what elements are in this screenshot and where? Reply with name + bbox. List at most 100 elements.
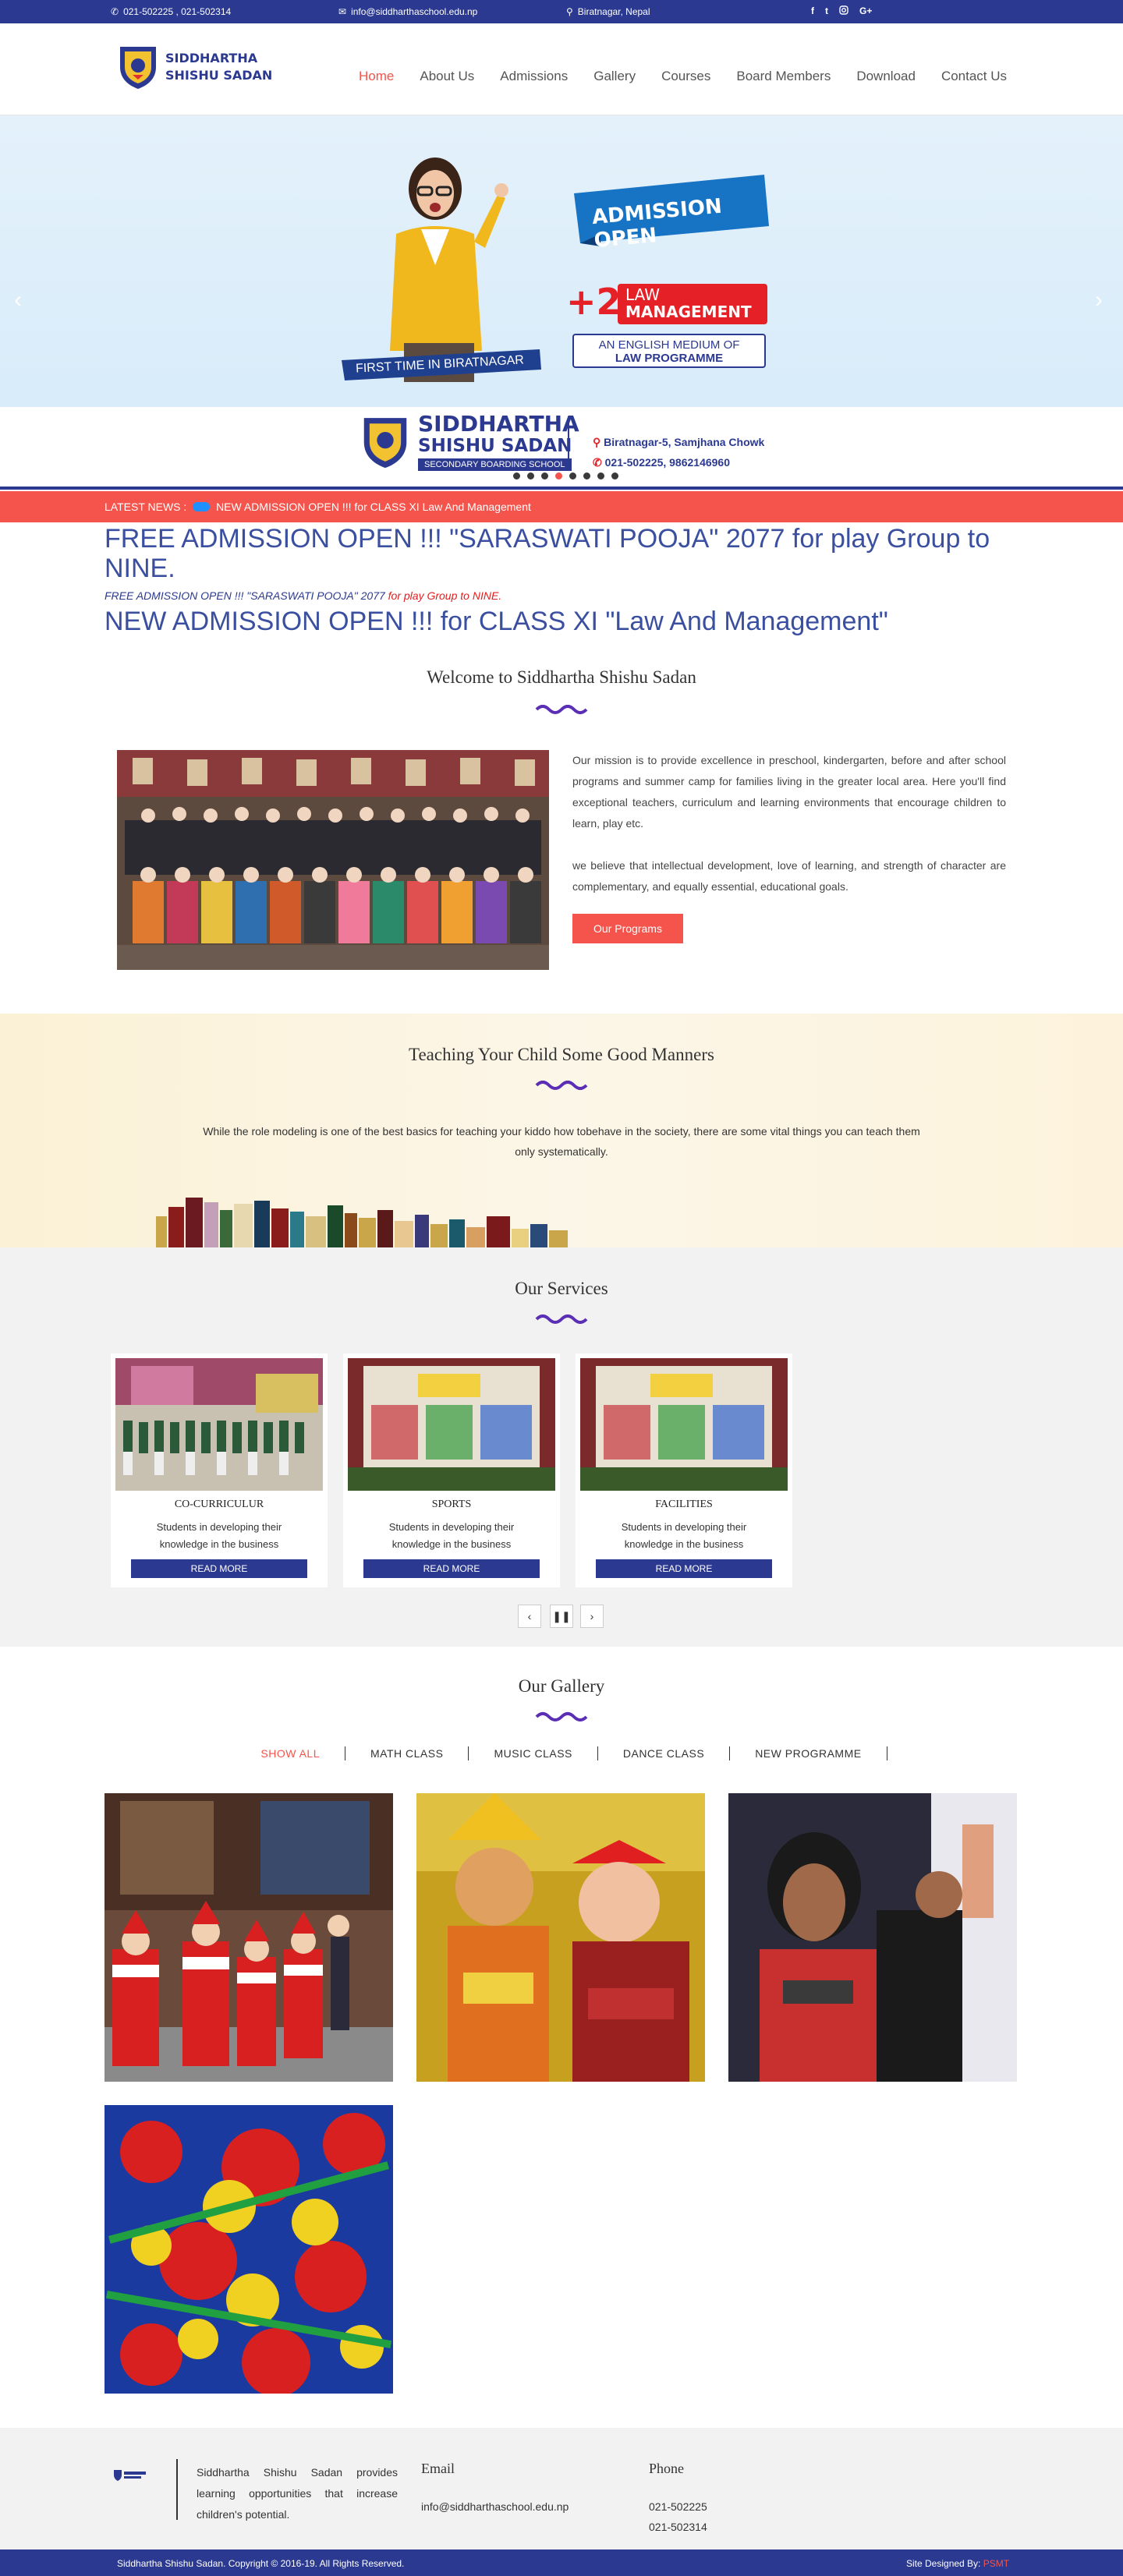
gallery-image[interactable] xyxy=(105,1793,393,2082)
map-pin-icon: ⚲ xyxy=(593,436,601,448)
service-image xyxy=(580,1358,788,1491)
nav-about-us[interactable]: About Us xyxy=(420,69,474,84)
read-more-button[interactable]: READ MORE xyxy=(131,1559,307,1578)
twitter-icon[interactable]: t xyxy=(825,5,828,17)
google-plus-icon[interactable]: G+ xyxy=(859,5,872,17)
services-section: Our Services CO-CURRICULUR Students in d… xyxy=(0,1247,1123,1647)
nav-board-members[interactable]: Board Members xyxy=(736,69,831,84)
services-title: Our Services xyxy=(515,1279,608,1298)
footer-logo-icon[interactable] xyxy=(112,2468,148,2482)
nav-gallery[interactable]: Gallery xyxy=(593,69,636,84)
phone-info: ✆ 021-502225 , 021-502314 xyxy=(111,6,231,17)
flash-headline-2[interactable]: NEW ADMISSION OPEN !!! for CLASS XI "Law… xyxy=(105,607,1025,636)
gallery-image[interactable] xyxy=(728,1793,1017,2082)
slider-dot[interactable] xyxy=(611,472,618,479)
strip-name-2: SHISHU SADAN xyxy=(418,436,572,456)
service-desc: Students in developing their knowledge i… xyxy=(621,1521,747,1550)
plus-two-text: +2 xyxy=(566,281,622,323)
latest-news-bar: LATEST NEWS : NEW ADMISSION OPEN !!! for… xyxy=(0,491,1123,522)
strip-subtitle: SECONDARY BOARDING SCHOOL xyxy=(418,458,572,471)
email-text[interactable]: info@siddharthaschool.edu.np xyxy=(351,6,477,17)
slider-dot[interactable] xyxy=(527,472,534,479)
copyright-text: Siddhartha Shishu Sadan. Copyright © 201… xyxy=(117,2558,405,2569)
strip-divider xyxy=(568,416,569,469)
flash-small-red: for play Group to NINE. xyxy=(388,589,502,602)
designed-by-label: Site Designed By: xyxy=(906,2558,983,2569)
filter-math-class[interactable]: MATH CLASS xyxy=(345,1746,469,1760)
slider-dot[interactable] xyxy=(541,472,548,479)
email-info[interactable]: ✉ info@siddharthaschool.edu.np xyxy=(338,6,477,17)
filter-music-class[interactable]: MUSIC CLASS xyxy=(469,1746,598,1760)
nav-admissions[interactable]: Admissions xyxy=(500,69,568,84)
news-text[interactable]: NEW ADMISSION OPEN !!! for CLASS XI Law … xyxy=(216,501,531,513)
service-desc: Students in developing their knowledge i… xyxy=(388,1521,515,1550)
blue-divider xyxy=(0,487,1123,490)
news-label: LATEST NEWS : xyxy=(105,501,187,513)
our-programs-button[interactable]: Our Programs xyxy=(572,914,683,943)
slider-dot[interactable] xyxy=(555,472,562,479)
slider-dot[interactable] xyxy=(569,472,576,479)
location-info: ⚲ Biratnagar, Nepal xyxy=(566,6,650,17)
service-card: FACILITIES Students in developing their … xyxy=(576,1353,792,1587)
footer-phone-1: 021-502225 xyxy=(649,2500,707,2513)
service-title: CO-CURRICULUR xyxy=(174,1499,264,1510)
map-pin-icon: ⚲ xyxy=(566,6,573,17)
chevron-left-icon: ‹ xyxy=(527,1610,532,1622)
school-crest-icon xyxy=(363,418,407,469)
nav-courses[interactable]: Courses xyxy=(661,69,710,84)
pause-icon: ❚❚ xyxy=(552,1610,571,1622)
welcome-title: Welcome to Siddhartha Shishu Sadan xyxy=(427,667,696,687)
envelope-icon: ✉ xyxy=(338,6,347,17)
carousel-next-button[interactable]: › xyxy=(580,1605,604,1628)
gallery-filters: SHOW ALL MATH CLASS MUSIC CLASS DANCE CL… xyxy=(0,1746,1123,1760)
strip-phones: 021-502225, 9862146960 xyxy=(604,456,731,469)
slider-next-icon[interactable]: › xyxy=(1095,287,1103,313)
nav-contact-us[interactable]: Contact Us xyxy=(941,69,1007,84)
books-decoration xyxy=(156,1198,568,1247)
strip-contact: ⚲ Biratnagar-5, Samjhana Chowk ✆ 021-502… xyxy=(593,432,764,472)
site-logo[interactable]: SIDDHARTHA SHISHU SADAN xyxy=(117,44,298,90)
manners-title: Teaching Your Child Some Good Manners xyxy=(409,1045,714,1064)
welcome-paragraph-1: Our mission is to provide excellence in … xyxy=(572,754,1006,830)
slider-dot[interactable] xyxy=(583,472,590,479)
school-crest-icon xyxy=(120,47,156,89)
designer-link[interactable]: PSMT xyxy=(983,2558,1009,2569)
footer-phone-2: 021-502314 xyxy=(649,2521,707,2533)
footer-email-title: Email xyxy=(421,2461,455,2476)
read-more-button[interactable]: READ MORE xyxy=(363,1559,540,1578)
welcome-photo xyxy=(117,750,549,970)
slider-dot[interactable] xyxy=(513,472,520,479)
filter-show-all[interactable]: SHOW ALL xyxy=(236,1746,346,1760)
footer-email[interactable]: info@siddharthaschool.edu.np xyxy=(421,2496,569,2517)
footer-description: Siddhartha Shishu Sadan provides learnin… xyxy=(197,2466,398,2521)
filter-dance-class[interactable]: DANCE CLASS xyxy=(598,1746,731,1760)
english-medium-text: AN ENGLISH MEDIUM OF xyxy=(598,338,740,352)
read-more-button[interactable]: READ MORE xyxy=(596,1559,772,1578)
slider-dot[interactable] xyxy=(597,472,604,479)
news-new-icon xyxy=(193,502,211,511)
nav-home[interactable]: Home xyxy=(359,69,394,84)
slider-dots xyxy=(513,472,618,479)
service-desc: Students in developing their knowledge i… xyxy=(156,1521,282,1550)
service-title: SPORTS xyxy=(431,1499,472,1510)
flash-headline-1[interactable]: FREE ADMISSION OPEN !!! "SARASWATI POOJA… xyxy=(105,524,1025,583)
slider-prev-icon[interactable]: ‹ xyxy=(14,287,22,313)
welcome-text: Our mission is to provide excellence in … xyxy=(572,750,1006,897)
gallery-image[interactable] xyxy=(416,1793,705,2082)
footer-phone-title: Phone xyxy=(649,2461,684,2476)
main-nav: Home About Us Admissions Gallery Courses… xyxy=(359,69,1033,84)
law-text: LAW xyxy=(625,285,660,304)
nav-download[interactable]: Download xyxy=(856,69,916,84)
gallery-image[interactable] xyxy=(105,2105,393,2394)
carousel-pause-button[interactable]: ❚❚ xyxy=(550,1605,573,1628)
hero-slider: ‹ › ADMISSION OPEN +2 LAW MANAGEMENT AN … xyxy=(0,115,1123,407)
brand-name: SIDDHARTHA SHISHU SADAN xyxy=(165,51,273,83)
instagram-icon[interactable] xyxy=(839,5,848,17)
strip-address: Biratnagar-5, Samjhana Chowk xyxy=(604,436,765,448)
facebook-icon[interactable]: f xyxy=(811,5,814,17)
carousel-prev-button[interactable]: ‹ xyxy=(518,1605,541,1628)
filter-new-programme[interactable]: NEW PROGRAMME xyxy=(730,1746,887,1760)
strip-name-1: SIDDHARTHA xyxy=(418,411,579,437)
law-management-banner: +2 LAW MANAGEMENT xyxy=(566,279,769,327)
service-title: FACILITIES xyxy=(655,1499,713,1510)
